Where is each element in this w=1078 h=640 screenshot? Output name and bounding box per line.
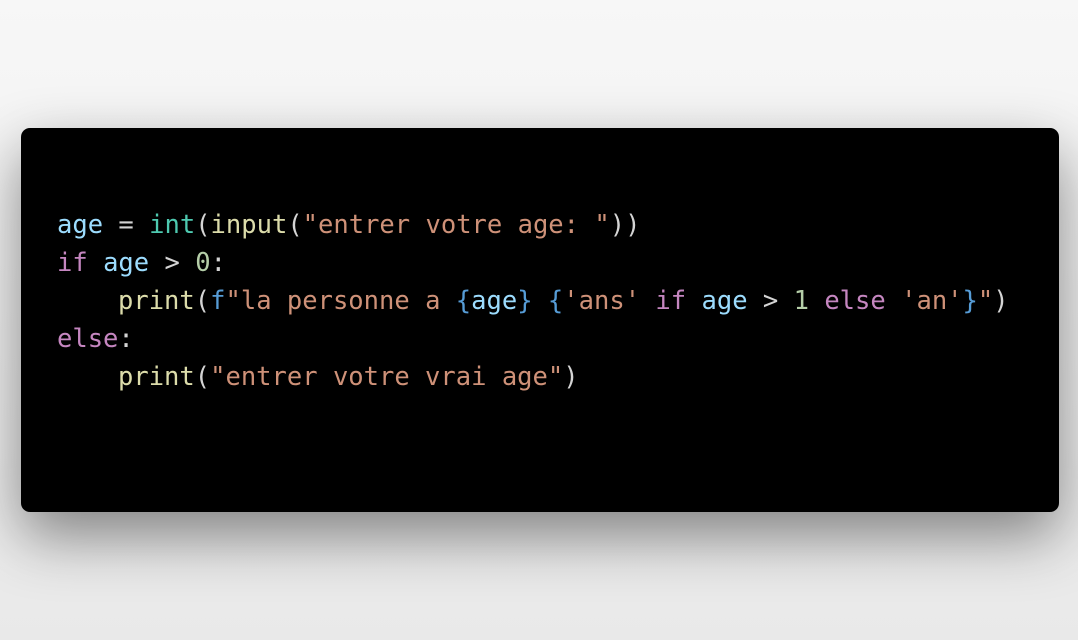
code-token-string bbox=[533, 286, 548, 316]
code-token-var: age bbox=[471, 286, 518, 316]
code-token-op bbox=[686, 286, 701, 316]
code-token-var: age bbox=[57, 210, 104, 240]
code-token-op: = bbox=[103, 210, 150, 240]
code-token-punct: )) bbox=[609, 210, 641, 240]
code-token-string: "la personne a bbox=[225, 286, 456, 316]
code-token-string: " bbox=[977, 286, 994, 316]
code-token-punct: : bbox=[118, 324, 134, 354]
code-token-op: > bbox=[149, 248, 196, 278]
code-token-string: "entrer votre vrai age" bbox=[210, 362, 564, 392]
code-token-func: print bbox=[118, 286, 195, 316]
code-token-builtin-type: int bbox=[149, 210, 196, 240]
code-line: print(f"la personne a {age} {'ans' if ag… bbox=[57, 282, 1009, 320]
code-token-string: "entrer votre age: " bbox=[302, 210, 610, 240]
code-line: else: bbox=[57, 320, 1009, 358]
code-line: if age > 0: bbox=[57, 244, 1009, 282]
code-token-keyword: else bbox=[824, 286, 886, 316]
code-token-var: age bbox=[701, 286, 748, 316]
code-token-keyword: if bbox=[655, 286, 687, 316]
code-token-brace: } bbox=[517, 286, 533, 316]
code-token-punct: : bbox=[210, 248, 226, 278]
code-block[interactable]: age = int(input("entrer votre age: ")) if… bbox=[57, 206, 1009, 396]
code-token-var: age bbox=[103, 248, 150, 278]
code-token-string: 'an' bbox=[901, 286, 963, 316]
code-token-op bbox=[886, 286, 901, 316]
code-token-punct: ( bbox=[287, 210, 303, 240]
code-token-keyword: if bbox=[57, 248, 88, 278]
code-token-string: 'ans' bbox=[563, 286, 641, 316]
code-token-punct: ) bbox=[563, 362, 579, 392]
code-token-brace: { bbox=[547, 286, 564, 316]
code-window: age = int(input("entrer votre age: ")) if… bbox=[21, 128, 1059, 512]
code-token-op bbox=[88, 248, 103, 278]
code-token-op bbox=[809, 286, 824, 316]
code-line: print("entrer votre vrai age") bbox=[57, 358, 1009, 396]
code-token-func: print bbox=[118, 362, 195, 392]
code-token-op bbox=[640, 286, 655, 316]
code-token-punct: ( bbox=[194, 362, 211, 392]
code-token-punct: ( bbox=[194, 286, 211, 316]
code-token-number: 0 bbox=[195, 248, 211, 278]
code-token-keyword: else bbox=[57, 324, 119, 354]
code-token-number: 1 bbox=[793, 286, 809, 316]
code-token-brace: { bbox=[455, 286, 472, 316]
code-token-brace: } bbox=[962, 286, 978, 316]
code-line: age = int(input("entrer votre age: ")) bbox=[57, 206, 1009, 244]
code-token-op: > bbox=[747, 286, 794, 316]
code-token-punct: ) bbox=[993, 286, 1009, 316]
code-token-fprefix: f bbox=[210, 286, 226, 316]
code-token-func: input bbox=[210, 210, 288, 240]
code-token-punct: ( bbox=[195, 210, 211, 240]
